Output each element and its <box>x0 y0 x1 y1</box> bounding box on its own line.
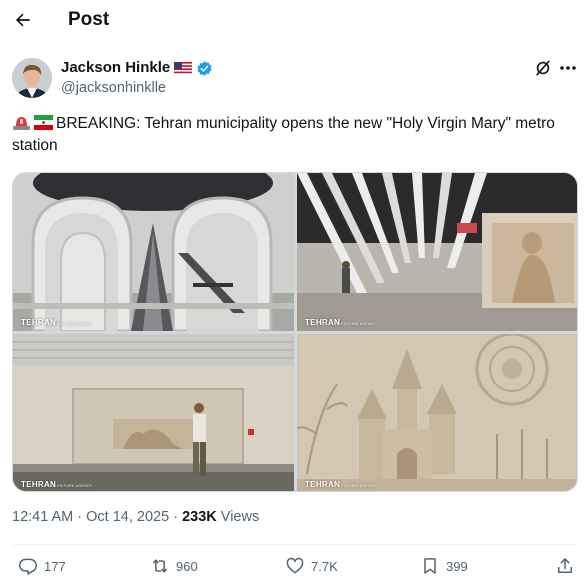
verified-badge-icon <box>196 60 213 77</box>
page-title: Post <box>68 9 110 30</box>
views-label: Views <box>216 509 260 525</box>
bookmark-button[interactable]: 399 <box>420 555 468 577</box>
back-button[interactable] <box>10 8 36 32</box>
media-grid: TEHRANPICTURE AGENCY TEHRANPICTURE AGENC… <box>12 172 578 492</box>
views-count: 233K <box>182 509 217 525</box>
bookmark-count: 399 <box>446 558 468 574</box>
photo-watermark: TEHRANPICTURE AGENCY <box>305 480 377 489</box>
reply-icon <box>18 558 38 575</box>
like-count: 7.7K <box>311 558 338 574</box>
meta-separator: · <box>73 509 87 525</box>
us-flag-icon <box>174 61 193 75</box>
grok-icon <box>536 60 550 76</box>
author-handle[interactable]: @jacksonhinklle <box>61 79 213 97</box>
tweet-body: BREAKING: Tehran municipality opens the … <box>12 115 555 154</box>
photo-corridor[interactable]: TEHRANPICTURE AGENCY <box>13 334 294 491</box>
photo-arched-hall[interactable]: TEHRANPICTURE AGENCY <box>13 173 294 331</box>
author-name[interactable]: Jackson Hinkle <box>61 59 170 77</box>
tweet-date[interactable]: Oct 14, 2025 <box>86 509 169 525</box>
profile-photo <box>12 58 52 98</box>
heart-icon <box>286 557 304 574</box>
like-button[interactable]: 7.7K <box>285 555 338 577</box>
meta-separator: · <box>169 509 183 525</box>
grok-button[interactable] <box>533 58 553 78</box>
repost-icon <box>153 559 167 573</box>
author-info: Jackson Hinkle @jacksonhinklle <box>61 59 213 97</box>
repost-button[interactable]: 960 <box>150 555 198 577</box>
top-bar: Post <box>0 0 587 40</box>
repost-count: 960 <box>176 558 198 574</box>
bookmark-icon <box>424 558 436 574</box>
iran-flag-emoji <box>34 115 53 130</box>
share-icon <box>558 558 572 573</box>
photo-ribbed-ceiling[interactable]: TEHRANPICTURE AGENCY <box>297 173 577 331</box>
photo-watermark: TEHRANPICTURE AGENCY <box>305 318 377 327</box>
action-bar: 177 960 7.7K 399 <box>0 553 587 581</box>
more-dots-icon <box>560 66 576 70</box>
photo-church-relief[interactable]: TEHRANPICTURE AGENCY <box>297 334 577 491</box>
reply-count: 177 <box>44 558 66 574</box>
avatar[interactable] <box>12 58 52 98</box>
tweet-time[interactable]: 12:41 AM <box>12 509 73 525</box>
photo-watermark: TEHRANPICTURE AGENCY <box>21 480 93 489</box>
arrow-left-icon <box>15 13 30 27</box>
more-options-button[interactable] <box>556 58 580 78</box>
divider <box>12 544 578 545</box>
police-light-emoji <box>12 115 31 130</box>
reply-button[interactable]: 177 <box>18 555 66 577</box>
share-button[interactable] <box>555 555 575 577</box>
tweet-text: BREAKING: Tehran municipality opens the … <box>12 113 577 157</box>
tweet-meta: 12:41 AM · Oct 14, 2025 · 233K Views <box>12 508 259 526</box>
photo-watermark: TEHRANPICTURE AGENCY <box>21 318 93 327</box>
